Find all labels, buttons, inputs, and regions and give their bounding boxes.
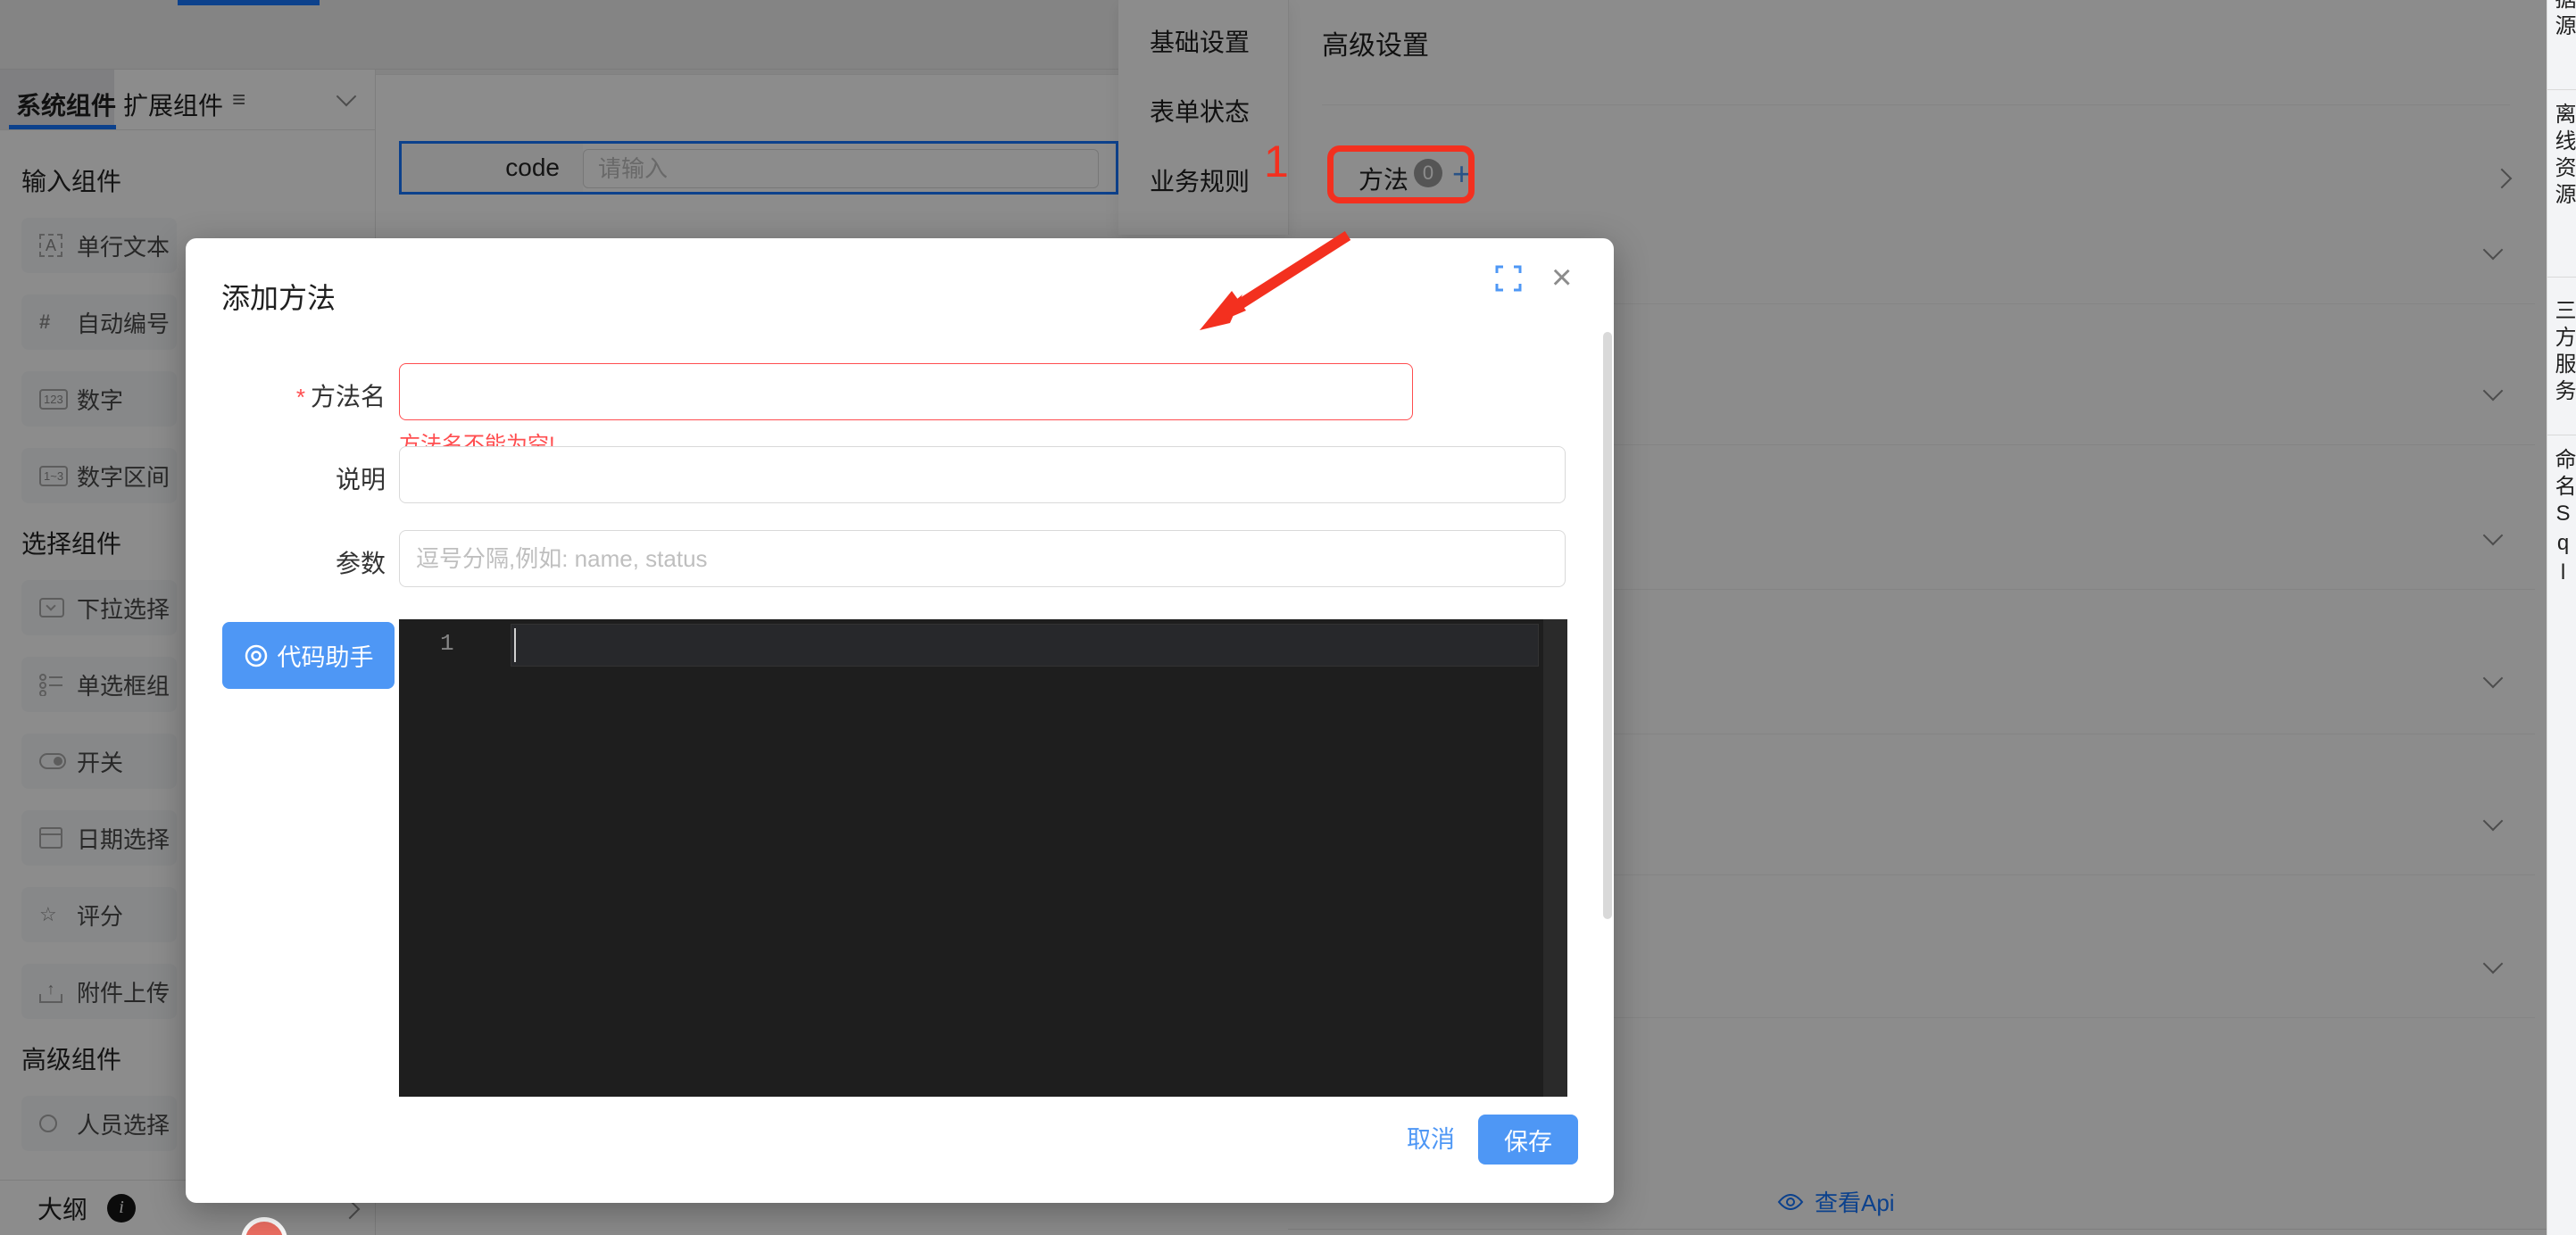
editor-line-number: 1 [440, 630, 454, 657]
code-assistant-button[interactable]: 代码助手 [222, 622, 395, 689]
modal-scrollbar-thumb[interactable] [1603, 332, 1612, 919]
editor-active-line [511, 624, 1539, 667]
method-name-label: *方法名 [193, 377, 386, 413]
editor-cursor [514, 628, 516, 662]
assistant-icon [244, 643, 269, 668]
strip-tab-offline-resources[interactable]: 离线资源 [2551, 103, 2574, 210]
save-button[interactable]: 保存 [1478, 1115, 1578, 1165]
strip-tab-third-party-services[interactable]: 三方服务 [2551, 299, 2574, 406]
close-icon[interactable]: × [1551, 258, 1572, 298]
right-dock-strip: 数据源 离线资源 三方服务 命名Sql [2547, 0, 2576, 1235]
strip-tab-named-sql[interactable]: 命名Sql [2551, 448, 2574, 590]
app-root: 系统组件 扩展组件 ≡ 输入组件 A 单行文本 # 自动编号 123 数字 1~… [0, 0, 2576, 1235]
fullscreen-icon[interactable] [1495, 265, 1522, 296]
params-input[interactable] [399, 530, 1566, 587]
description-input[interactable] [399, 446, 1566, 503]
params-label: 参数 [193, 544, 386, 580]
annotation-step-number: 1 [1264, 136, 1289, 187]
code-editor[interactable]: 1 [399, 619, 1567, 1097]
method-name-input[interactable] [399, 363, 1413, 420]
description-label: 说明 [193, 460, 386, 496]
annotation-highlight-box [1327, 145, 1475, 203]
annotation-arrow [1187, 225, 1366, 350]
add-method-modal: 添加方法 × *方法名 方法名不能为空! 说明 参数 代码助手 1 取消 保存 [186, 238, 1614, 1203]
editor-scrollbar[interactable] [1543, 619, 1567, 1097]
cancel-button[interactable]: 取消 [1407, 1120, 1455, 1155]
divider [2547, 277, 2576, 278]
strip-tab-data-source[interactable]: 数据源 [2551, 0, 2574, 41]
modal-title: 添加方法 [221, 276, 336, 317]
divider [2547, 89, 2576, 90]
